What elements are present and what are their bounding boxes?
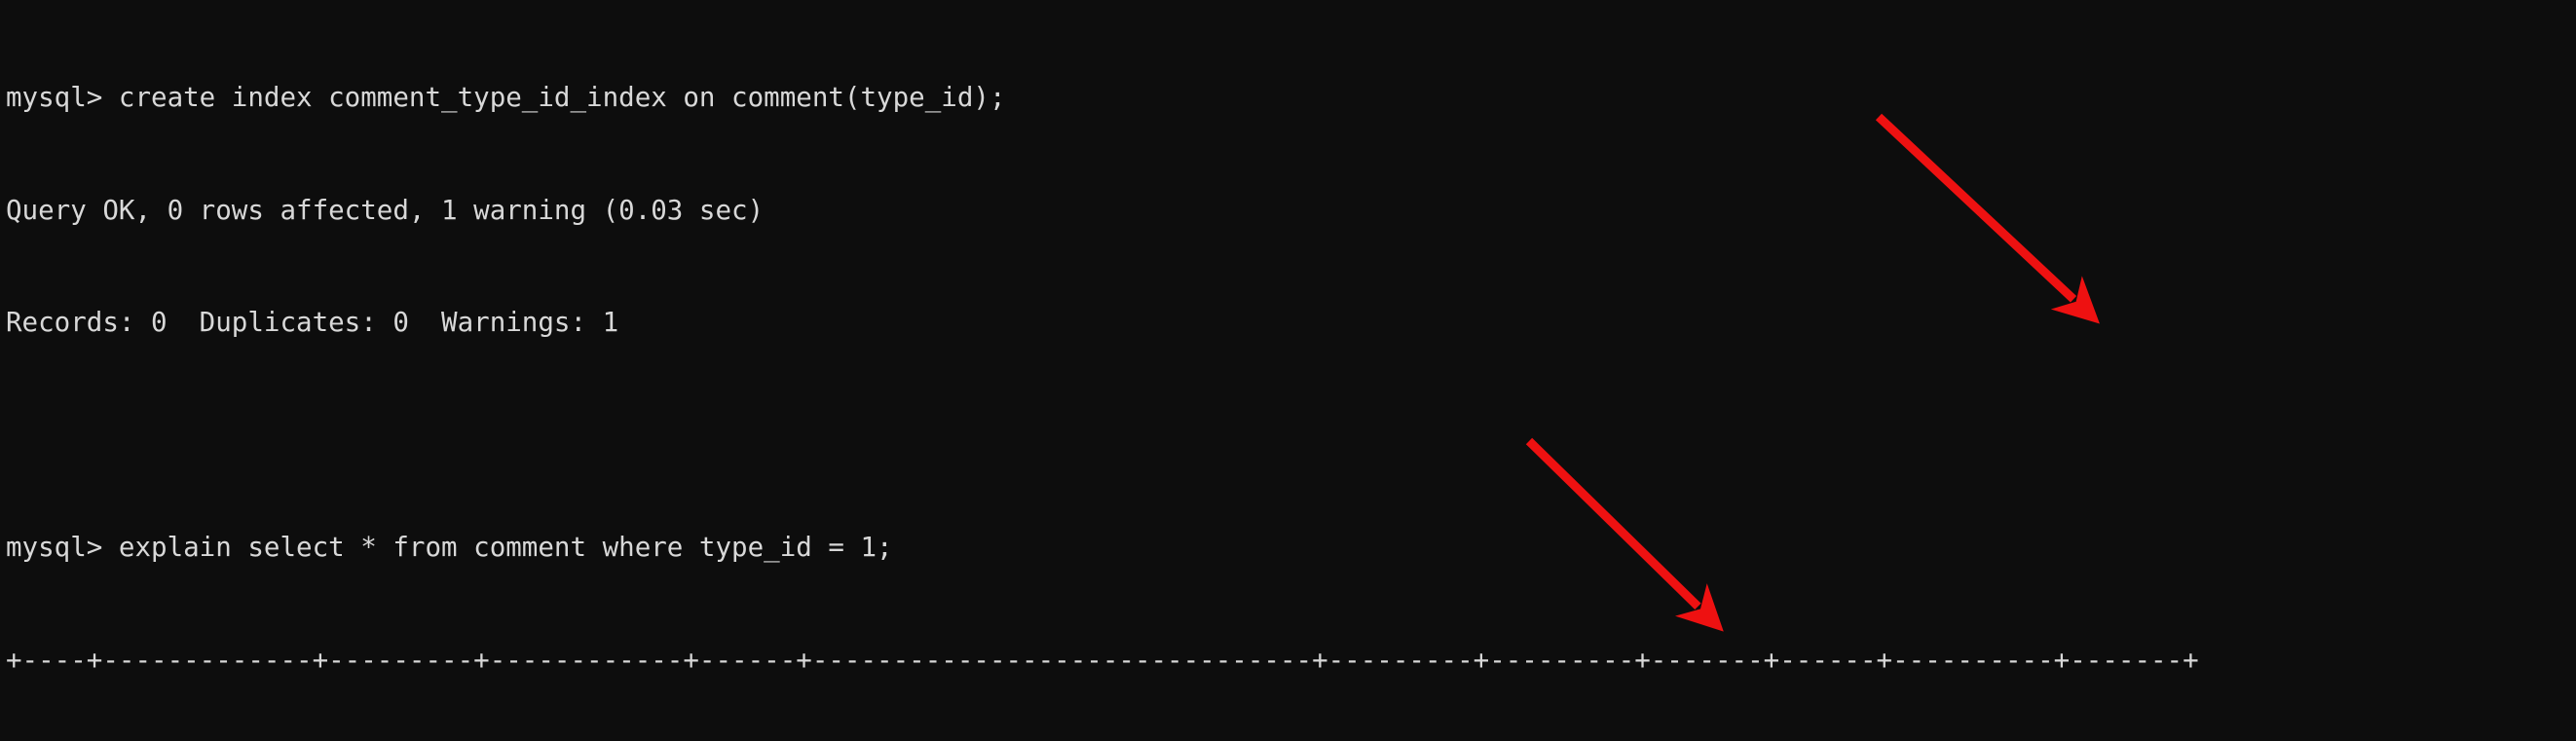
terminal-line: mysql> explain select * from comment whe… — [6, 532, 893, 563]
terminal-screen: mysql> create index comment_type_id_inde… — [0, 0, 2576, 741]
table-border-top: +----+-------------+---------+----------… — [6, 644, 2199, 676]
terminal-output[interactable]: mysql> create index comment_type_id_inde… — [0, 0, 2576, 741]
terminal-line: Records: 0 Duplicates: 0 Warnings: 1 — [6, 307, 619, 338]
terminal-line: Query OK, 0 rows affected, 1 warning (0.… — [6, 194, 765, 226]
terminal-line: mysql> create index comment_type_id_inde… — [6, 82, 1006, 113]
